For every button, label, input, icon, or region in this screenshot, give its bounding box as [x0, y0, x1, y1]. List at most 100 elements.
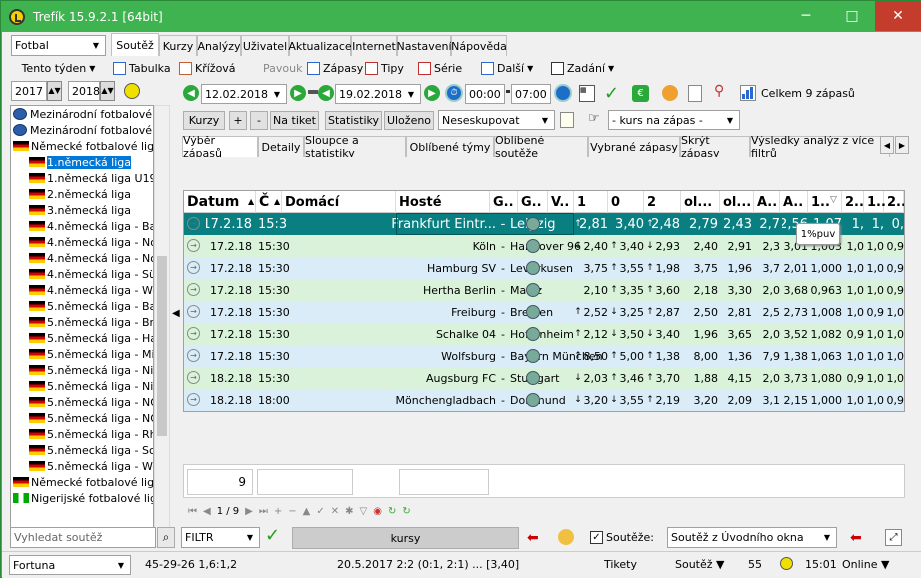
tabs-scroll-right-icon[interactable]: ▶ — [895, 136, 909, 154]
row-select-icon[interactable]: → — [187, 261, 200, 274]
competition-tree[interactable]: Mezinárodní fotbalové t Mezinárodní fotba… — [10, 105, 154, 547]
table-row[interactable]: →17.2.1815:30Hertha Berlin-Mainz2,10↑3,3… — [184, 279, 904, 301]
document-icon[interactable] — [688, 85, 702, 102]
toolbar-item[interactable]: Série — [418, 58, 462, 78]
menu-tab[interactable]: Internet — [351, 35, 397, 56]
tree-item[interactable]: 5.německá liga - Niede — [11, 378, 153, 394]
view-tab[interactable]: Detaily — [258, 136, 304, 157]
row-select-icon[interactable]: → — [187, 393, 200, 406]
euro-icon[interactable]: € — [632, 85, 649, 102]
refresh-green-icon[interactable]: ↻ — [388, 506, 396, 517]
collapse-panel-icon[interactable]: ◀ — [172, 308, 180, 328]
tree-item[interactable]: 4.německá liga - Nord — [11, 234, 153, 250]
column-header[interactable]: Datum — [184, 191, 256, 213]
table-row[interactable]: →18.2.1815:30Augsburg FC-Stuttgart↓2,03↑… — [184, 367, 904, 389]
column-header[interactable]: A.. — [754, 191, 780, 213]
column-header[interactable]: ol... — [720, 191, 754, 213]
table-row[interactable]: →18.2.1818:00Mönchengladbach-Dortmund↓3,… — [184, 389, 904, 411]
tikety-label[interactable]: Tikety — [604, 558, 637, 571]
row-select-icon[interactable]: → — [187, 371, 200, 384]
last-page-icon[interactable]: ⏭ — [259, 506, 268, 517]
year-from-spinner[interactable]: ▲▼ — [47, 81, 62, 101]
bookmaker-select[interactable]: Fortuna ▼ — [9, 555, 131, 575]
refresh-red-icon[interactable]: ◉ — [373, 506, 382, 517]
expand-icon[interactable]: ⤢ — [885, 529, 902, 546]
sort-asc-icon[interactable]: ▲ — [248, 197, 254, 206]
toolbar-item[interactable]: Křížová — [179, 58, 236, 78]
tv-globe-icon[interactable] — [526, 327, 540, 341]
search-icon[interactable]: ⌕ — [157, 527, 175, 548]
time-apply-icon[interactable] — [554, 84, 572, 102]
table-row[interactable]: → 17.2.18 15:30 Hamburg SV - Leverkusen 3,75 ↑ 3… — [184, 257, 904, 279]
prev-date-to-button[interactable]: ◀ — [318, 85, 334, 101]
menu-tab[interactable]: Kurzy — [159, 35, 197, 56]
toolbar-item[interactable]: Pavouk — [263, 58, 302, 78]
tree-item[interactable]: 5.německá liga - Schle — [11, 442, 153, 458]
person-icon[interactable] — [558, 529, 574, 545]
sync-icon[interactable]: ↻ — [402, 506, 410, 517]
column-header[interactable]: A.. — [780, 191, 808, 213]
scrollbar-thumb[interactable] — [157, 256, 167, 436]
prev-page-icon[interactable]: ◀ — [203, 506, 211, 517]
soutez-status-select[interactable]: Soutěž ▼ — [675, 558, 725, 571]
tv-globe-icon[interactable] — [526, 239, 540, 253]
calendar-icon[interactable]: ▦ — [579, 85, 595, 102]
view-tab[interactable]: Sloupce a statistiky — [304, 136, 406, 157]
tree-item[interactable]: 4.německá liga - Nordo — [11, 250, 153, 266]
view-tab[interactable]: Skrýt zápasy — [680, 136, 750, 157]
column-header[interactable]: 2.. — [842, 191, 864, 213]
view-tab[interactable]: Výsledky analýz z více filtrů — [750, 136, 890, 157]
time-from-field[interactable]: 00:00 — [465, 84, 505, 104]
menu-tab[interactable]: Uživatel — [241, 35, 289, 56]
indicator-icon[interactable] — [124, 83, 140, 99]
time-to-field[interactable]: 07:00 — [511, 84, 551, 104]
row-select-icon[interactable]: → — [187, 305, 200, 318]
odds-select[interactable]: - kurs na zápas - ▼ — [608, 110, 740, 130]
tree-scrollbar[interactable] — [154, 105, 170, 547]
kurzy-button[interactable]: Kurzy — [183, 111, 225, 130]
tree-item[interactable]: 5.německá liga - Mittel — [11, 346, 153, 362]
souteze-select[interactable]: Soutěž z Úvodního okna ▼ — [667, 527, 837, 548]
pointing-hand-icon[interactable]: ☞ — [588, 111, 600, 126]
table-row[interactable]: → 17.2.18 15:30 Wolfsburg - Bayern München ↑ 8,… — [184, 345, 904, 367]
tree-item[interactable]: 1.německá liga U19 — [11, 170, 153, 186]
column-header[interactable]: 0 — [608, 191, 644, 213]
row-select-icon[interactable]: → — [187, 349, 200, 362]
view-tab[interactable]: Oblíbené týmy — [406, 136, 494, 157]
filter-apply-check-icon[interactable]: ✓ — [265, 525, 280, 546]
period-select[interactable]: Tento týden ▼ — [11, 58, 106, 78]
column-header[interactable]: ol... — [681, 191, 720, 213]
row-select-icon[interactable]: → — [187, 217, 200, 230]
tree-item[interactable]: Mezinárodní fotbalové t — [11, 106, 153, 122]
minus-button[interactable]: - — [250, 111, 268, 130]
tv-globe-icon[interactable] — [526, 305, 540, 319]
tree-item[interactable]: 4.německá liga - West — [11, 282, 153, 298]
confirm-check-icon[interactable]: ✓ — [604, 83, 619, 104]
tv-globe-icon[interactable] — [526, 349, 540, 363]
maximize-button[interactable]: □ — [829, 1, 875, 31]
date-to-field[interactable]: 19.02.2018 ▼ — [335, 84, 421, 104]
post-record-icon[interactable]: ✓ — [316, 506, 324, 517]
tv-globe-icon[interactable] — [526, 371, 540, 385]
year-to-spinner[interactable]: ▲▼ — [100, 81, 115, 101]
menu-tab[interactable]: Analýzy — [197, 35, 241, 56]
toolbar-item[interactable]: Další ▼ — [481, 58, 533, 78]
column-header[interactable]: Domácí — [282, 191, 396, 213]
date-from-field[interactable]: 12.02.2018 ▼ — [201, 84, 287, 104]
tree-item[interactable]: 5.německá liga - Bader — [11, 298, 153, 314]
toolbar-item[interactable]: Tabulka — [113, 58, 171, 78]
column-header[interactable]: G.. — [490, 191, 518, 213]
na-tiket-button[interactable]: Na tiket — [270, 111, 319, 130]
time-reset-icon[interactable]: ⏱ — [445, 84, 463, 102]
close-button[interactable]: ✕ — [875, 1, 921, 31]
column-header[interactable]: 2.. — [884, 191, 904, 213]
column-header[interactable]: 2 — [644, 191, 681, 213]
edit-record-icon[interactable]: ▲ — [303, 506, 311, 517]
column-header[interactable]: 1.. — [864, 191, 886, 213]
toolbar-item[interactable]: Tipy — [365, 58, 404, 78]
hand-icon[interactable] — [662, 85, 678, 101]
tree-item[interactable]: 4.německá liga - Bayer — [11, 218, 153, 234]
ulozeno-button[interactable]: Uloženo — [384, 111, 434, 130]
row-select-icon[interactable]: → — [187, 283, 200, 296]
prev-date-button[interactable]: ◀ — [183, 85, 199, 101]
